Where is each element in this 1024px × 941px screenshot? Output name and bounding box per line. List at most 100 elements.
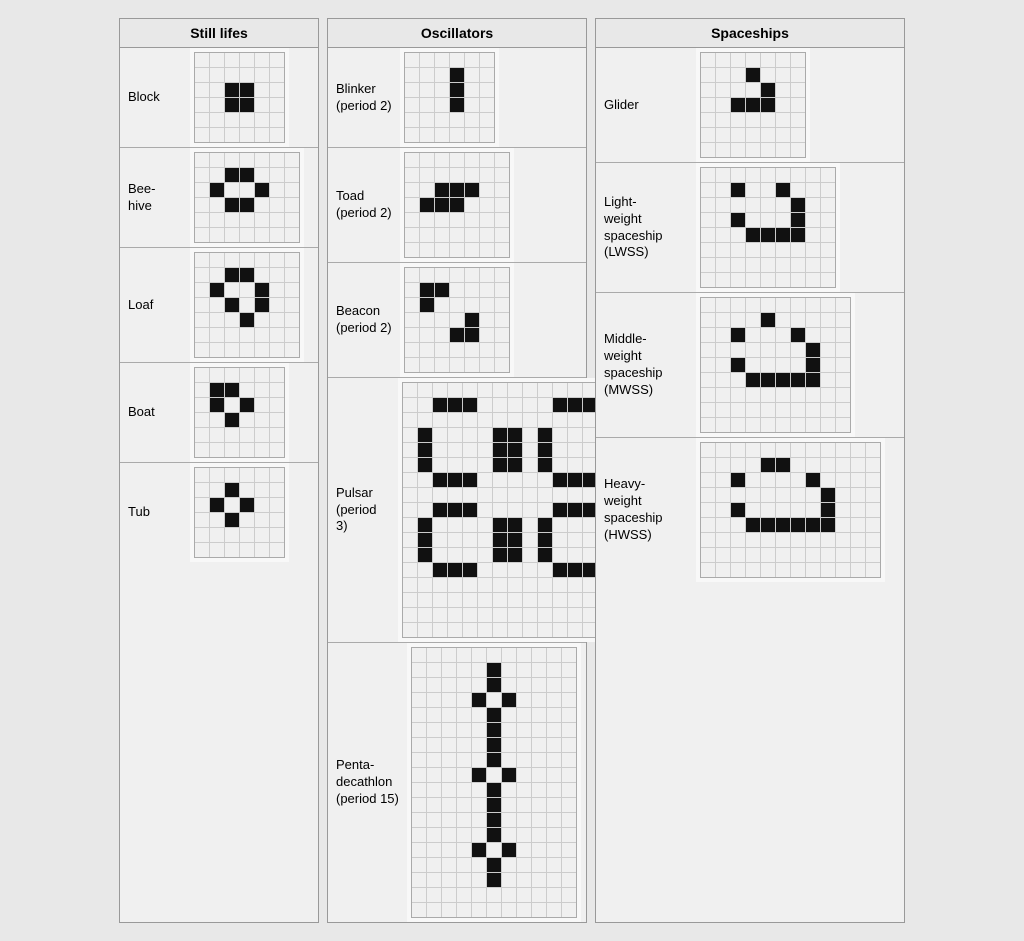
- grid-cell: [701, 563, 715, 577]
- grid-cell: [412, 723, 426, 737]
- grid-cell: [225, 368, 239, 382]
- grid-cell: [731, 563, 745, 577]
- grid-cell: [836, 373, 850, 387]
- grid-cell: [405, 343, 419, 357]
- grid-cell: [427, 723, 441, 737]
- grid-cell: [776, 458, 790, 472]
- grid-cell: [701, 273, 715, 287]
- grid-cell: [210, 428, 224, 442]
- grid-cell: [420, 243, 434, 257]
- grid-cell: [450, 128, 464, 142]
- grid-cell: [285, 198, 299, 212]
- grid-cell: [448, 608, 462, 622]
- grid-cell: [821, 273, 835, 287]
- grid-cell: [240, 543, 254, 557]
- grid-cell: [225, 468, 239, 482]
- grid-cell: [225, 298, 239, 312]
- grid-cell: [420, 98, 434, 112]
- grid-cell: [225, 268, 239, 282]
- grid-cell: [495, 313, 509, 327]
- grid-cell: [562, 708, 576, 722]
- grid-cell: [285, 228, 299, 242]
- pattern-label: Bee- hive: [120, 175, 190, 221]
- grid-cell: [270, 298, 284, 312]
- grid-cell: [450, 213, 464, 227]
- grid-cell: [701, 548, 715, 562]
- grid-cell: [418, 608, 432, 622]
- grid-cell: [746, 83, 760, 97]
- grid-cell: [405, 243, 419, 257]
- grid-cell: [547, 843, 561, 857]
- grid-cell: [562, 783, 576, 797]
- grid-cell: [420, 268, 434, 282]
- grid-cell: [405, 53, 419, 67]
- grid-cell: [851, 473, 865, 487]
- grid-cell: [210, 128, 224, 142]
- grid-cell: [532, 693, 546, 707]
- grid-cell: [761, 358, 775, 372]
- grid-cell: [716, 403, 730, 417]
- grid-cell: [405, 328, 419, 342]
- grid-cell: [701, 373, 715, 387]
- grid-cell: [270, 498, 284, 512]
- grid-cell: [806, 298, 820, 312]
- grid-cell: [806, 273, 820, 287]
- grid-container: [190, 463, 289, 562]
- grid-cell: [716, 298, 730, 312]
- grid-cell: [480, 98, 494, 112]
- grid-cell: [806, 488, 820, 502]
- grid-cell: [418, 593, 432, 607]
- grid-cell: [821, 403, 835, 417]
- grid-cell: [821, 548, 835, 562]
- grid-cell: [433, 398, 447, 412]
- grid-cell: [463, 518, 477, 532]
- grid-cell: [433, 383, 447, 397]
- grid-cell: [716, 113, 730, 127]
- grid-cell: [418, 458, 432, 472]
- grid-cell: [716, 198, 730, 212]
- grid-cell: [806, 458, 820, 472]
- grid-cell: [463, 398, 477, 412]
- grid-cell: [761, 98, 775, 112]
- grid-cell: [547, 873, 561, 887]
- grid-cell: [568, 458, 582, 472]
- grid-cell: [472, 708, 486, 722]
- grid-cell: [532, 723, 546, 737]
- grid-cell: [562, 648, 576, 662]
- grid-cell: [420, 83, 434, 97]
- grid-cell: [731, 83, 745, 97]
- grid-cell: [508, 578, 522, 592]
- grid-cell: [225, 498, 239, 512]
- grid-cell: [450, 113, 464, 127]
- grid-cell: [195, 343, 209, 357]
- grid-cell: [255, 513, 269, 527]
- grid-cell: [435, 68, 449, 82]
- grid-cell: [463, 563, 477, 577]
- grid-cell: [851, 563, 865, 577]
- grid-cell: [403, 608, 417, 622]
- grid-cell: [270, 98, 284, 112]
- grid-cell: [523, 593, 537, 607]
- grid-cell: [731, 373, 745, 387]
- grid-cell: [523, 608, 537, 622]
- grid-cell: [836, 403, 850, 417]
- grid-cell: [547, 723, 561, 737]
- grid-cell: [821, 243, 835, 257]
- grid-cell: [418, 548, 432, 562]
- grid-cell: [746, 213, 760, 227]
- grid-cell: [270, 198, 284, 212]
- grid-cell: [493, 518, 507, 532]
- grid-cell: [502, 678, 516, 692]
- grid-cell: [418, 578, 432, 592]
- grid-cell: [255, 283, 269, 297]
- grid-cell: [433, 413, 447, 427]
- grid-cell: [716, 143, 730, 157]
- grid-cell: [568, 533, 582, 547]
- grid-cell: [448, 443, 462, 457]
- grid-cell: [701, 503, 715, 517]
- grid-cell: [761, 68, 775, 82]
- grid-cell: [538, 578, 552, 592]
- grid-cell: [478, 458, 492, 472]
- grid-cell: [538, 503, 552, 517]
- grid-cell: [210, 498, 224, 512]
